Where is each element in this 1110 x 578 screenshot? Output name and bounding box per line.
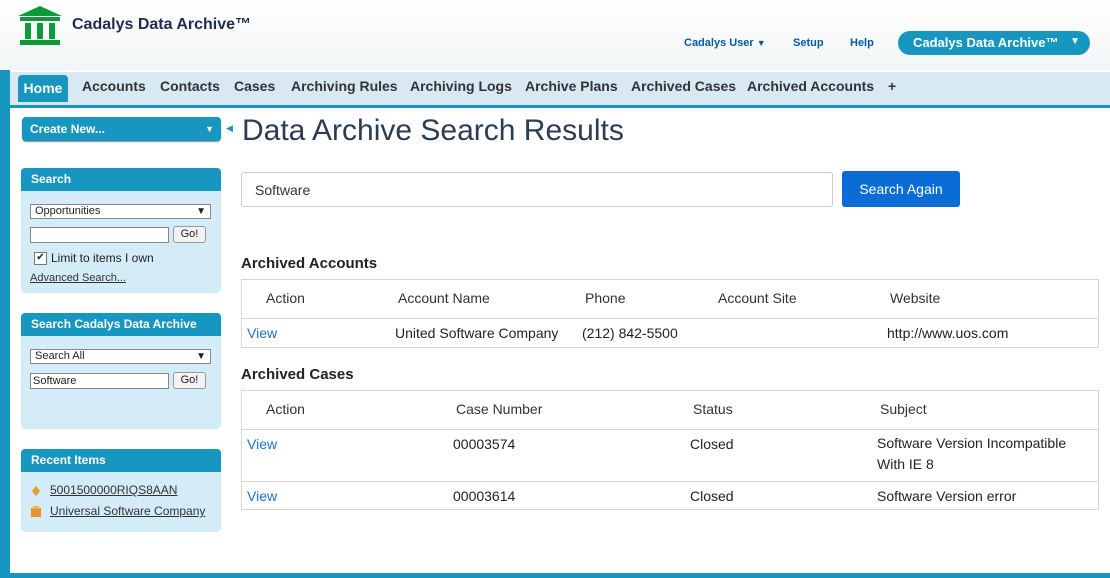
case-icon: [32, 486, 40, 496]
view-link[interactable]: View: [247, 436, 277, 452]
column-header-action: Action: [266, 290, 305, 306]
page-header: Cadalys Data Archive™ Cadalys User ▼ Set…: [0, 0, 1110, 70]
archive-search-panel-title: Search Cadalys Data Archive: [21, 313, 221, 336]
bottom-border: [0, 573, 1110, 578]
status-cell: Closed: [690, 488, 734, 504]
subject-cell: Software Version error: [877, 488, 1017, 504]
create-new-label: Create New...: [30, 122, 105, 136]
user-menu[interactable]: Cadalys User ▼: [684, 37, 766, 49]
search-panel-title: Search: [21, 168, 221, 191]
view-link[interactable]: View: [247, 488, 277, 504]
tab-archive-plans[interactable]: Archive Plans: [525, 78, 618, 94]
app-switcher-button[interactable]: Cadalys Data Archive™ ▼: [898, 31, 1090, 55]
column-header-case-number: Case Number: [456, 401, 543, 417]
tab-archived-cases[interactable]: Archived Cases: [631, 78, 736, 94]
archive-scope-value: Search All: [35, 350, 85, 362]
table-header-row: Action Account Name Phone Account Site W…: [242, 280, 1098, 319]
dropdown-arrow-icon: ▼: [196, 206, 206, 217]
tab-archived-accounts[interactable]: Archived Accounts: [747, 78, 874, 94]
archived-accounts-title: Archived Accounts: [241, 255, 378, 272]
subject-cell: Software Version Incompatible With IE 8: [877, 435, 1067, 472]
search-input[interactable]: [30, 227, 169, 243]
recent-items-panel: Recent Items 5001500000RIQS8AAN Universa…: [21, 449, 221, 532]
case-number-cell: 00003614: [453, 488, 516, 504]
column-header-subject: Subject: [880, 401, 927, 417]
tab-accounts[interactable]: Accounts: [82, 78, 146, 94]
search-object-value: Opportunities: [35, 205, 101, 217]
column-header-account-name: Account Name: [398, 290, 490, 306]
advanced-search-link[interactable]: Advanced Search...: [30, 272, 126, 284]
search-again-button[interactable]: Search Again: [842, 171, 960, 207]
search-go-button[interactable]: Go!: [173, 226, 206, 243]
limit-checkbox[interactable]: ✔: [34, 252, 47, 265]
case-number-cell: 00003574: [453, 436, 516, 452]
search-panel: Search Opportunities ▼ Go! ✔ Limit to it…: [21, 168, 221, 293]
app-switcher-label: Cadalys Data Archive™: [913, 35, 1059, 50]
archive-search-panel: Search Cadalys Data Archive Search All ▼…: [21, 313, 221, 429]
column-header-account-site: Account Site: [718, 290, 797, 306]
status-cell: Closed: [690, 436, 734, 452]
website-cell: http://www.uos.com: [887, 325, 1009, 341]
column-header-status: Status: [693, 401, 733, 417]
limit-label: Limit to items I own: [51, 251, 154, 265]
tab-contacts[interactable]: Contacts: [160, 78, 220, 94]
archived-cases-table: Action Case Number Status Subject View 0…: [241, 390, 1099, 510]
tab-archiving-rules[interactable]: Archiving Rules: [291, 78, 398, 94]
collapse-sidebar-icon[interactable]: ◀: [226, 123, 233, 134]
archived-cases-title: Archived Cases: [241, 366, 354, 383]
view-link[interactable]: View: [247, 325, 277, 341]
column-header-website: Website: [890, 290, 941, 306]
archive-scope-select[interactable]: Search All ▼: [30, 349, 211, 364]
tab-bar: Home Accounts Contacts Cases Archiving R…: [10, 72, 1110, 108]
account-icon: [31, 506, 41, 517]
chevron-down-icon: ▼: [756, 38, 766, 48]
create-new-button[interactable]: Create New... ▼: [22, 117, 221, 141]
add-tab-icon[interactable]: +: [888, 78, 896, 94]
column-header-phone: Phone: [585, 290, 626, 306]
dropdown-arrow-icon: ▼: [196, 351, 206, 362]
column-header-action: Action: [266, 401, 305, 417]
table-row: View 00003574 Closed Software Version In…: [242, 430, 1098, 482]
setup-link[interactable]: Setup: [793, 37, 824, 49]
page-title: Data Archive Search Results: [242, 114, 624, 147]
archived-accounts-table: Action Account Name Phone Account Site W…: [241, 279, 1099, 348]
account-name-cell: United Software Company: [395, 325, 559, 341]
tab-home[interactable]: Home: [18, 75, 68, 102]
tab-archiving-logs[interactable]: Archiving Logs: [410, 78, 512, 94]
app-title: Cadalys Data Archive™: [72, 16, 252, 33]
left-rail: [0, 70, 10, 578]
phone-cell: (212) 842-5500: [582, 325, 678, 341]
user-menu-label: Cadalys User: [684, 37, 754, 49]
archive-results-search-input[interactable]: Software: [241, 172, 833, 207]
table-row: View United Software Company (212) 842-5…: [242, 319, 1098, 349]
recent-items-title: Recent Items: [21, 449, 221, 472]
table-row: View 00003614 Closed Software Version er…: [242, 482, 1098, 511]
archive-search-go-button[interactable]: Go!: [173, 372, 206, 389]
tab-cases[interactable]: Cases: [234, 78, 275, 94]
recent-item-account[interactable]: Universal Software Company: [50, 504, 205, 518]
chevron-down-icon: ▼: [205, 124, 214, 134]
chevron-down-icon: ▼: [1070, 36, 1080, 47]
search-object-select[interactable]: Opportunities ▼: [30, 204, 211, 219]
recent-item-case[interactable]: 5001500000RIQS8AAN: [50, 483, 177, 497]
help-link[interactable]: Help: [850, 37, 874, 49]
archive-search-input[interactable]: Software: [30, 373, 169, 389]
table-header-row: Action Case Number Status Subject: [242, 391, 1098, 430]
archive-building-logo-icon: [18, 6, 62, 45]
